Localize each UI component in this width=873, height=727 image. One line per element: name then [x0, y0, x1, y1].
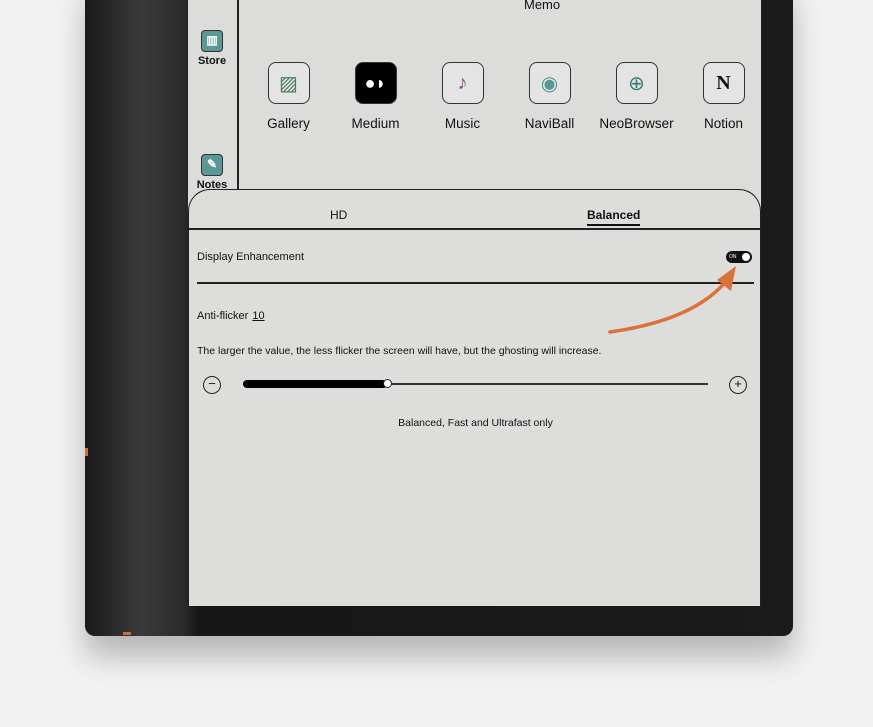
- app-label: NaviBall: [524, 116, 575, 131]
- app-music[interactable]: ♪ Music: [419, 62, 506, 131]
- tab-hd[interactable]: HD: [330, 208, 347, 222]
- decrease-button[interactable]: −: [203, 376, 221, 394]
- music-icon: ♪: [441, 62, 484, 104]
- slider-fill: [243, 380, 388, 388]
- sidebar-item-label: Store: [197, 55, 227, 67]
- anti-flicker-row: Anti-flicker 10: [197, 310, 265, 322]
- anti-flicker-label: Anti-flicker: [197, 310, 249, 322]
- naviball-icon: ◉: [528, 62, 571, 104]
- mode-tabs: HD Balanced: [189, 190, 760, 230]
- app-notion[interactable]: N Notion: [680, 62, 761, 131]
- app-label: Medium: [351, 116, 400, 131]
- notion-icon: N: [702, 62, 745, 104]
- app-label: Gallery: [267, 116, 310, 131]
- tab-balanced[interactable]: Balanced: [587, 208, 641, 226]
- app-naviball[interactable]: ◉ NaviBall: [506, 62, 593, 131]
- sidebar-divider: [237, 0, 239, 190]
- plus-icon: +: [734, 376, 742, 391]
- store-icon: ▥: [201, 30, 223, 52]
- app-label: Notion: [703, 116, 744, 131]
- app-neobrowser[interactable]: ⊕ NeoBrowser: [593, 62, 680, 131]
- app-label: Music: [444, 116, 481, 131]
- mode-note: Balanced, Fast and Ultrafast only: [398, 417, 553, 429]
- increase-button[interactable]: +: [729, 376, 747, 394]
- medium-icon: ●◗: [354, 62, 397, 104]
- minus-icon: −: [208, 376, 216, 391]
- anti-flicker-value: 10: [252, 310, 265, 322]
- globe-icon: ⊕: [615, 62, 658, 104]
- anti-flicker-description: The larger the value, the less flicker t…: [197, 345, 602, 357]
- app-label: NeoBrowser: [599, 116, 674, 131]
- anti-flicker-slider[interactable]: [243, 379, 708, 388]
- sidebar-item-notes[interactable]: ✎ Notes: [188, 154, 236, 191]
- sidebar-item-store[interactable]: ▥ Store: [188, 30, 236, 67]
- app-medium[interactable]: ●◗ Medium: [332, 62, 419, 131]
- device-accent: [123, 632, 131, 635]
- notes-icon: ✎: [201, 154, 223, 176]
- gallery-icon: ▨: [267, 62, 310, 104]
- annotation-arrow-icon: [608, 266, 736, 334]
- section-label: Memo: [524, 0, 561, 12]
- slider-knob[interactable]: [383, 379, 393, 388]
- app-grid: ▨ Gallery ●◗ Medium ♪ Music ◉ NaviBall ⊕ NeoB…: [245, 62, 761, 131]
- app-gallery[interactable]: ▨ Gallery: [245, 62, 332, 131]
- display-settings-panel: HD Balanced Display Enhancement ON Anti-…: [188, 189, 761, 606]
- device-accent: [85, 448, 88, 456]
- display-enhancement-label: Display Enhancement: [197, 251, 305, 263]
